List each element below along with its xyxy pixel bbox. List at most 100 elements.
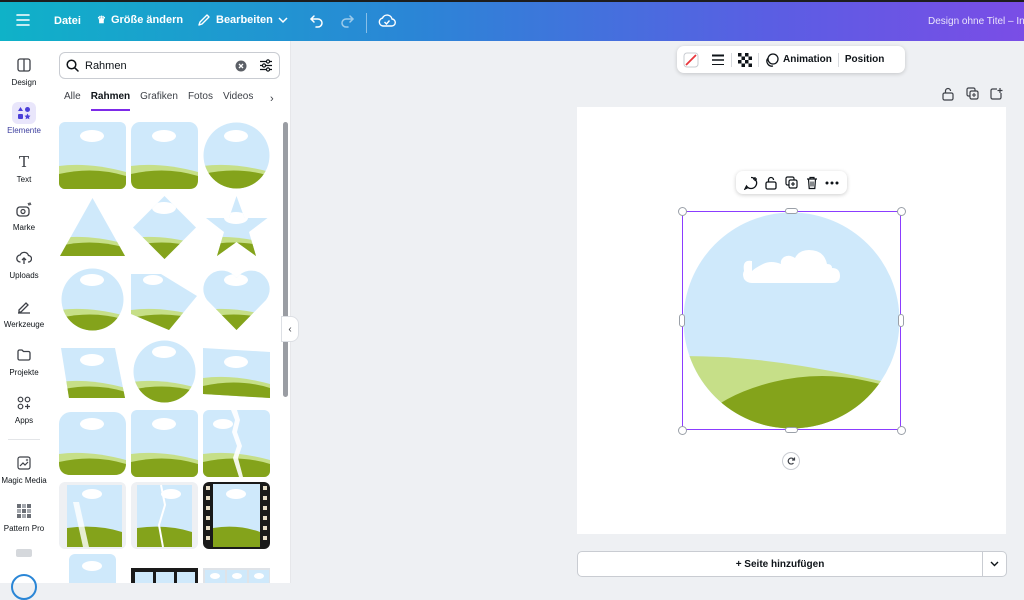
element-quick-actions [736,171,847,194]
tab-videos[interactable]: Videos [223,91,253,111]
rail-label: Design [11,78,37,87]
more-icon[interactable] [825,181,839,185]
transparency-button[interactable] [732,52,758,67]
frame-diamond[interactable] [131,194,198,261]
edit-mode-label: Bearbeiten [216,14,273,26]
pattern-icon [12,500,36,522]
context-toolbar: Animation Position [677,46,905,73]
resize-handle-se[interactable] [897,426,906,435]
rail-label: Werkzeuge [3,320,45,329]
transparency-icon [738,52,752,67]
search-field[interactable]: Rahmen [59,52,280,79]
rail-item-uploads[interactable]: Uploads [0,247,48,280]
frame-square[interactable] [131,410,198,477]
frame-rounded-large[interactable] [59,410,126,477]
pencil-icon [198,14,210,26]
app-icon[interactable] [16,549,32,557]
frame-portrait[interactable] [69,554,116,583]
duplicate-page-icon[interactable] [966,87,979,105]
tab-all[interactable]: Alle [64,91,81,111]
position-button[interactable]: Position [839,54,890,65]
comment-add-icon[interactable] [743,176,758,190]
frame-film[interactable] [203,482,270,549]
file-menu-button[interactable]: Datei [54,15,81,27]
rotate-handle[interactable] [782,452,800,470]
frame-heart[interactable] [203,266,270,333]
rail-item-apps[interactable]: Apps [0,392,48,425]
frame-paper-left[interactable] [59,482,126,549]
undo-icon[interactable] [309,14,325,28]
crown-icon: ♛ [97,14,106,26]
resize-button[interactable]: ♛ Größe ändern [97,14,183,26]
frame-scalloped[interactable] [131,338,198,405]
rail-item-elements[interactable]: Elemente [0,102,48,135]
frame-slanted[interactable] [203,338,270,405]
collapse-panel-button[interactable]: ‹ [281,316,299,342]
rail-item-text[interactable]: T Text [0,151,48,184]
frame-paper-torn[interactable] [131,482,198,549]
resize-handle-n[interactable] [785,208,798,214]
frame-strip[interactable] [203,554,270,583]
rail-item-brand[interactable]: Marke [0,199,48,232]
frame-parallelogram[interactable] [59,338,126,405]
rail-label: Projekte [9,368,39,377]
rail-item-pattern-pro[interactable]: Pattern Pro [0,500,48,533]
chevron-right-icon[interactable]: › [270,93,274,105]
tab-photos[interactable]: Fotos [188,91,213,111]
chevron-left-icon: ‹ [288,323,292,335]
magic-media-icon [12,452,36,474]
resize-handle-e[interactable] [898,314,904,327]
animation-label: Animation [783,54,832,65]
shapes-icon [12,102,36,124]
panel-scrollbar[interactable] [283,122,288,397]
rail-item-design[interactable]: Design [0,54,48,87]
layout-icon [12,54,36,76]
category-tabs: Alle Rahmen Grafiken Fotos Videos [64,91,284,111]
resize-handle-s[interactable] [785,427,798,433]
clear-icon[interactable] [235,60,247,72]
side-rail: Design Elemente T Text Marke Uploads Wer… [0,41,48,600]
add-page-icon[interactable] [990,87,1003,105]
add-page-button[interactable]: + Seite hinzufügen [577,551,983,577]
filter-icon[interactable] [259,59,273,72]
redo-icon[interactable] [339,14,355,28]
resize-handle-ne[interactable] [897,207,906,216]
search-icon [66,59,79,72]
border-color-button[interactable] [677,52,705,68]
frame-film-horizontal[interactable] [131,554,198,583]
lock-icon[interactable] [765,176,778,190]
resize-handle-sw[interactable] [678,426,687,435]
animation-button[interactable]: Animation [759,52,838,67]
duplicate-icon[interactable] [785,176,798,189]
cloud-save-icon[interactable] [378,14,396,28]
search-input[interactable]: Rahmen [85,60,235,72]
add-page-dropdown[interactable] [983,551,1007,577]
border-style-button[interactable] [705,54,731,66]
rail-label: Text [16,175,32,184]
tab-graphics[interactable]: Grafiken [140,91,178,111]
edit-mode-button[interactable]: Bearbeiten [197,13,288,27]
avatar[interactable] [11,574,37,600]
frame-triangle[interactable] [59,194,126,261]
frame-badge[interactable] [59,266,126,333]
frame-star[interactable] [203,194,270,261]
menu-icon[interactable] [16,14,30,26]
rail-item-tools[interactable]: Werkzeuge [0,296,48,329]
document-title[interactable]: Design ohne Titel – In [928,16,1024,27]
frame-ripped[interactable] [203,410,270,477]
resize-handle-nw[interactable] [678,207,687,216]
rail-item-projects[interactable]: Projekte [0,344,48,377]
resize-handle-w[interactable] [679,314,685,327]
rail-item-magic-media[interactable]: Magic Media [0,452,48,485]
rail-label: Magic Media [1,476,47,485]
lock-page-icon[interactable] [942,87,954,106]
frame-torn[interactable] [131,266,198,333]
trash-icon[interactable] [806,176,818,190]
animation-icon [766,52,779,67]
frame-rect[interactable] [59,122,126,189]
frame-rounded[interactable] [131,122,198,189]
chevron-down-icon [278,17,288,24]
tab-frames[interactable]: Rahmen [90,91,131,111]
frame-circle[interactable] [203,122,270,189]
elements-panel: Rahmen Alle Rahmen Grafiken Fotos Videos… [48,41,291,583]
